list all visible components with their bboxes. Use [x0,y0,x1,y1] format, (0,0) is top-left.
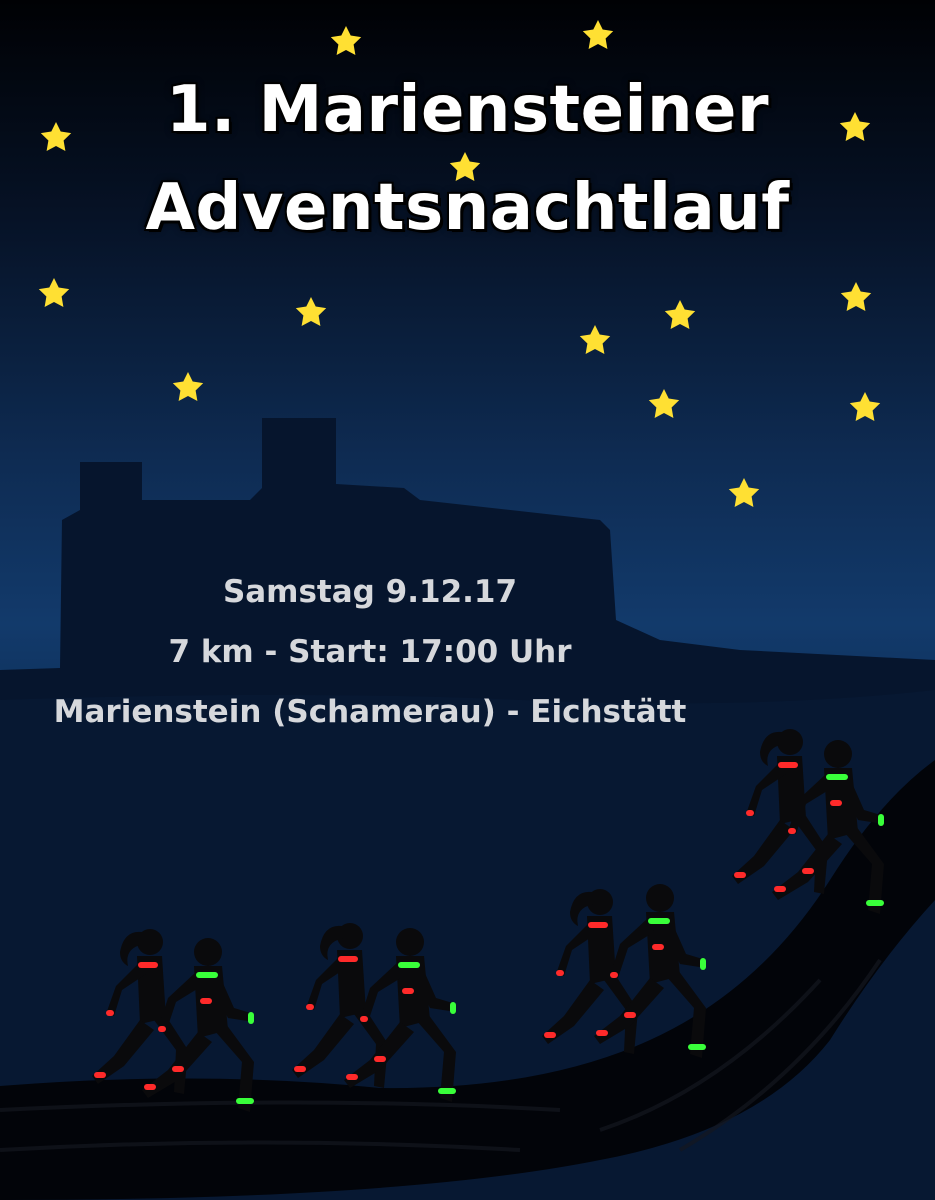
poster: 1. Mariensteiner Adventsnachtlauf Samsta… [0,0,935,1200]
title-line-1: 1. Mariensteiner [165,73,770,147]
star-icon [330,26,362,55]
star-icon [664,300,696,329]
event-distance-start: 7 km - Start: 17:00 Uhr [168,634,572,670]
crescent-moon-icon [722,278,829,430]
star-icon [840,282,872,311]
event-location: Marienstein (Schamerau) - Eichstätt [53,694,687,730]
star-icon [295,297,327,326]
title-line-2: Adventsnachtlauf [145,171,790,245]
star-icon [579,325,611,354]
star-icon [728,478,760,507]
star-icon [648,389,680,418]
event-date: Samstag 9.12.17 [222,574,518,610]
star-icon [849,392,881,421]
star-icon [172,372,204,401]
star-icon [38,278,70,307]
star-icon [582,20,614,49]
